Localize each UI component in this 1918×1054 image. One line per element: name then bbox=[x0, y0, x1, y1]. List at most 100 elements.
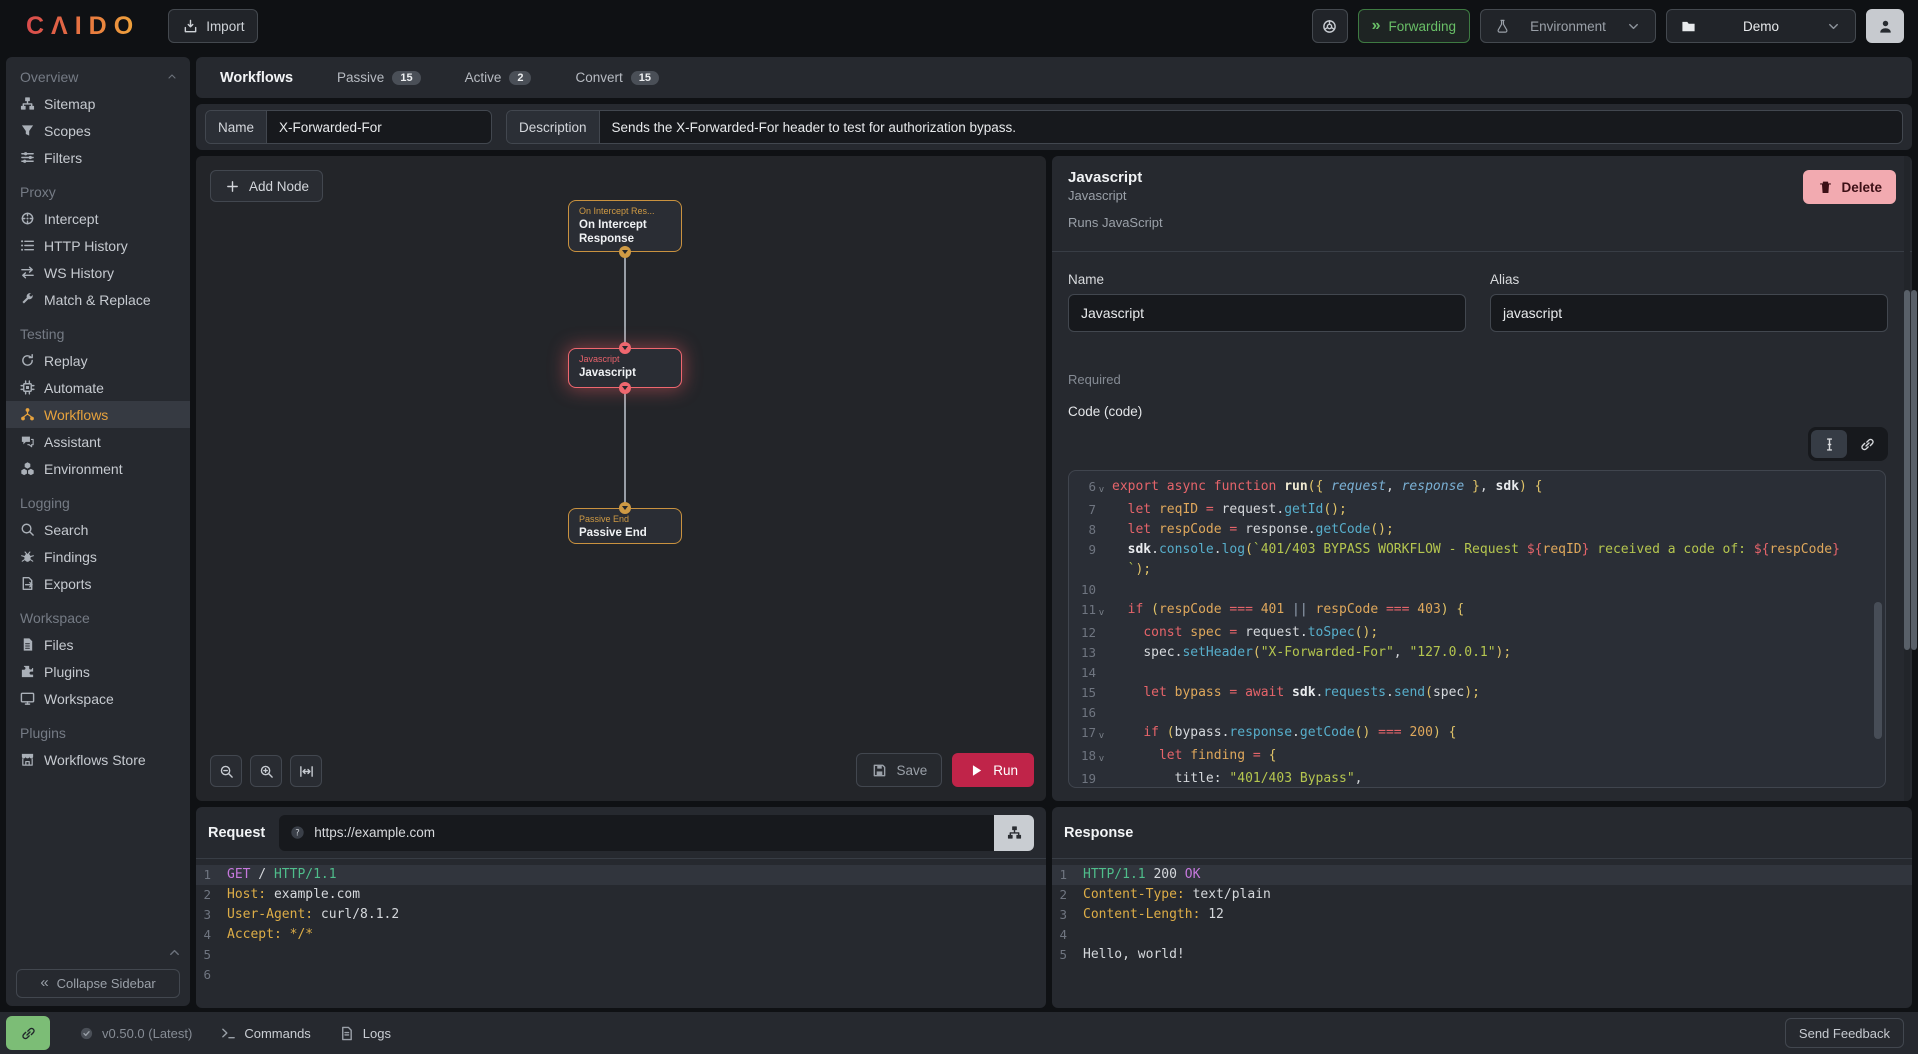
sitemap-icon bbox=[19, 96, 35, 112]
fold-caret-icon[interactable]: v bbox=[1096, 480, 1107, 500]
add-node-button[interactable]: Add Node bbox=[210, 170, 323, 202]
send-to-workflow-button[interactable] bbox=[994, 815, 1034, 851]
sidebar-item-findings[interactable]: Findings bbox=[6, 543, 190, 570]
node-alias-input[interactable]: javascript bbox=[1490, 294, 1888, 332]
line-number: 3 bbox=[1052, 905, 1078, 925]
chevron-down-icon bbox=[1626, 18, 1642, 34]
inspector-description: Runs JavaScript bbox=[1068, 215, 1896, 230]
sidebar-scroll-caret-icon[interactable] bbox=[166, 944, 182, 960]
sidebar-item-http-history[interactable]: HTTP History bbox=[6, 232, 190, 259]
workflow-tabbar: Workflows Passive15Active2Convert15 bbox=[196, 57, 1912, 98]
sidebar-item-label: Workflows Store bbox=[44, 752, 146, 768]
fold-caret-icon[interactable]: v bbox=[1096, 726, 1107, 746]
sidebar-section-label: Logging bbox=[20, 495, 70, 511]
sidebar-item-workflows-store[interactable]: Workflows Store bbox=[6, 746, 190, 773]
code-line-8: 8 let respCode = response.getCode(); bbox=[1069, 520, 1885, 540]
fold-caret-icon[interactable]: v bbox=[1096, 603, 1107, 623]
inspector-scrollbar-thumb[interactable] bbox=[1904, 290, 1910, 650]
code-line-content: User-Agent: curl/8.1.2 bbox=[222, 905, 399, 925]
send-feedback-button[interactable]: Send Feedback bbox=[1785, 1018, 1904, 1048]
logs-button[interactable]: Logs bbox=[339, 1025, 391, 1041]
workflow-name-input[interactable]: X-Forwarded-For bbox=[267, 111, 491, 143]
zoom-out-button[interactable] bbox=[210, 755, 242, 787]
sidebar-item-assistant[interactable]: Assistant bbox=[6, 428, 190, 455]
node-port-in[interactable] bbox=[619, 502, 631, 514]
tab-convert[interactable]: Convert15 bbox=[575, 70, 659, 85]
tab-count-badge: 15 bbox=[392, 71, 420, 85]
sidebar-item-files[interactable]: Files bbox=[6, 631, 190, 658]
sidebar-section-plugins: Plugins bbox=[6, 719, 190, 746]
line-number: 16 bbox=[1069, 703, 1107, 723]
inspector-title: Javascript bbox=[1068, 169, 1896, 186]
sidebar-item-replay[interactable]: Replay bbox=[6, 347, 190, 374]
run-button[interactable]: Run bbox=[952, 753, 1034, 787]
sidebar-item-ws-history[interactable]: WS History bbox=[6, 259, 190, 286]
workflow-node-on-intercept-response[interactable]: On Intercept Res...On Intercept Response bbox=[568, 200, 682, 252]
code-line-content: let reqID = request.getId(); bbox=[1107, 500, 1347, 520]
sidebar-item-label: Intercept bbox=[44, 211, 98, 227]
account-button[interactable] bbox=[1866, 9, 1904, 43]
line-number: 5 bbox=[1052, 945, 1078, 965]
code-field-label: Code (code) bbox=[1068, 404, 1888, 419]
sidebar-item-environment[interactable]: Environment bbox=[6, 455, 190, 482]
required-label: Required bbox=[1068, 372, 1888, 387]
workflow-canvas[interactable]: Add Node On Intercept Res...On Intercept… bbox=[196, 156, 1046, 801]
workflow-node-javascript-selected[interactable]: JavascriptJavascript bbox=[568, 348, 682, 388]
editor-scrollbar[interactable] bbox=[1874, 602, 1882, 739]
sidebar-item-plugins[interactable]: Plugins bbox=[6, 658, 190, 685]
page-scrollbar-thumb[interactable] bbox=[1911, 290, 1917, 650]
response-editor[interactable]: 1HTTP/1.1 200 OK2Content-Type: text/plai… bbox=[1052, 859, 1912, 965]
zoom-in-button[interactable] bbox=[250, 755, 282, 787]
workflow-icon bbox=[19, 407, 35, 423]
workflow-description-input[interactable]: Sends the X-Forwarded-For header to test… bbox=[600, 111, 1902, 143]
tab-active[interactable]: Active2 bbox=[465, 70, 532, 85]
node-port-out[interactable] bbox=[619, 382, 631, 394]
caret-up-icon[interactable] bbox=[166, 71, 178, 83]
workflow-node-passive-end[interactable]: Passive EndPassive End bbox=[568, 508, 682, 544]
tab-passive[interactable]: Passive 15 bbox=[337, 70, 421, 85]
node-port-out[interactable] bbox=[619, 246, 631, 258]
link-button[interactable] bbox=[1849, 430, 1885, 458]
text-cursor-button[interactable] bbox=[1811, 430, 1847, 458]
sidebar-item-search[interactable]: Search bbox=[6, 516, 190, 543]
line-number: 5 bbox=[196, 945, 222, 965]
forwarding-button[interactable]: » Forwarding bbox=[1358, 9, 1470, 43]
request-url-bar[interactable]: ? https://example.com bbox=[279, 815, 1034, 851]
import-button[interactable]: Import bbox=[168, 9, 258, 43]
sidebar-item-automate[interactable]: Automate bbox=[6, 374, 190, 401]
code-editor[interactable]: 6vexport async function run({ request, r… bbox=[1068, 470, 1886, 788]
code-line-19: 19 title: "401/403 Bypass", bbox=[1069, 769, 1885, 788]
sidebar-item-workflows[interactable]: Workflows bbox=[6, 401, 190, 428]
sidebar-item-workspace[interactable]: Workspace bbox=[6, 685, 190, 712]
caido-logo: CΛIDO bbox=[26, 12, 140, 41]
sidebar-item-match-replace[interactable]: Match & Replace bbox=[6, 286, 190, 313]
request-editor[interactable]: 1GET / HTTP/1.12Host: example.com3User-A… bbox=[196, 859, 1046, 985]
save-button[interactable]: Save bbox=[856, 753, 942, 787]
node-port-in[interactable] bbox=[619, 342, 631, 354]
commands-label: Commands bbox=[244, 1026, 310, 1041]
connection-tile[interactable] bbox=[6, 1016, 50, 1050]
sidebar-item-label: Replay bbox=[44, 353, 88, 369]
tab-label: Passive bbox=[337, 70, 384, 85]
environment-label: Environment bbox=[1530, 19, 1606, 34]
browser-button[interactable] bbox=[1312, 9, 1348, 43]
sidebar-item-exports[interactable]: Exports bbox=[6, 570, 190, 597]
commands-button[interactable]: Commands bbox=[220, 1025, 310, 1041]
delete-node-button[interactable]: Delete bbox=[1803, 170, 1896, 204]
environment-dropdown[interactable]: Environment bbox=[1480, 9, 1656, 43]
collapse-sidebar-button[interactable]: « Collapse Sidebar bbox=[16, 969, 180, 998]
file-icon bbox=[19, 637, 35, 653]
fold-caret-icon[interactable]: v bbox=[1096, 749, 1107, 769]
logs-label: Logs bbox=[363, 1026, 391, 1041]
fit-view-button[interactable] bbox=[290, 755, 322, 787]
sidebar-item-sitemap[interactable]: Sitemap bbox=[6, 90, 190, 117]
project-dropdown[interactable]: Demo bbox=[1666, 9, 1856, 43]
sidebar-item-intercept[interactable]: Intercept bbox=[6, 205, 190, 232]
sidebar-item-scopes[interactable]: Scopes bbox=[6, 117, 190, 144]
node-type-label: Javascript bbox=[579, 354, 671, 366]
code-line-content: Accept: */* bbox=[222, 925, 313, 945]
sidebar-item-filters[interactable]: Filters bbox=[6, 144, 190, 171]
request-url-input[interactable]: https://example.com bbox=[314, 825, 994, 840]
node-name-input[interactable]: Javascript bbox=[1068, 294, 1466, 332]
code-line-15: 15 let bypass = await sdk.requests.send(… bbox=[1069, 683, 1885, 703]
